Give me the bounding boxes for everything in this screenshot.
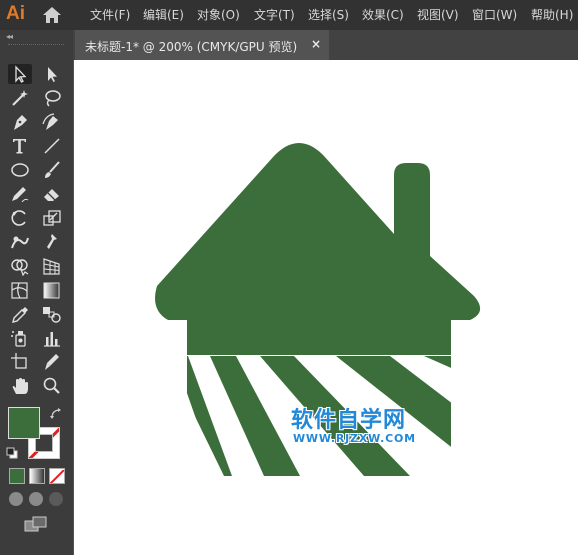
menu-window[interactable]: 窗口(W) — [472, 6, 517, 23]
watermark-title: 软件自学网 — [291, 408, 407, 433]
puppet-warp-tool[interactable] — [40, 232, 64, 252]
eyedropper-tool[interactable] — [8, 304, 32, 324]
draw-normal-icon[interactable] — [9, 492, 23, 506]
warp-tool[interactable] — [8, 232, 32, 252]
home-icon[interactable] — [42, 6, 62, 24]
document-tab-bar: 未标题-1* @ 200% (CMYK/GPU 预览) × — [73, 30, 578, 60]
artboard-tool[interactable] — [8, 352, 32, 372]
perspective-grid-tool[interactable] — [40, 256, 64, 276]
gradient-mode-button[interactable] — [29, 468, 45, 484]
close-tab-icon[interactable]: × — [311, 37, 321, 51]
fill-color-swatch[interactable] — [8, 407, 40, 439]
shape-builder-tool[interactable] — [8, 256, 32, 276]
scale-tool[interactable] — [40, 208, 64, 228]
column-graph-tool[interactable] — [40, 328, 64, 348]
watermark-url: WWW.RJZXW.COM — [293, 432, 416, 445]
color-mode-button[interactable] — [9, 468, 25, 484]
house-field-artwork[interactable] — [74, 60, 578, 555]
zoom-tool[interactable] — [40, 376, 64, 396]
document-tab-label: 未标题-1* @ 200% (CMYK/GPU 预览) — [85, 40, 298, 54]
lasso-tool[interactable] — [40, 88, 64, 108]
menu-type[interactable]: 文字(T) — [254, 6, 295, 23]
symbol-sprayer-tool[interactable] — [8, 328, 32, 348]
gradient-tool[interactable] — [40, 280, 64, 300]
none-mode-button[interactable] — [49, 468, 65, 484]
pencil-tool[interactable] — [8, 184, 32, 204]
screen-mode-icon[interactable] — [24, 516, 48, 532]
draw-behind-icon[interactable] — [29, 492, 43, 506]
selection-tool[interactable] — [8, 64, 32, 84]
curvature-tool[interactable] — [40, 112, 64, 132]
pen-tool[interactable] — [8, 112, 32, 132]
artboard-canvas[interactable]: 软件自学网 WWW.RJZXW.COM — [74, 60, 578, 555]
tools-panel: ◂◂ — [0, 30, 73, 555]
slice-tool[interactable] — [40, 352, 64, 372]
field-stripe-5 — [424, 356, 474, 378]
menu-effect[interactable]: 效果(C) — [362, 6, 404, 23]
magic-wand-tool[interactable] — [8, 88, 32, 108]
direct-selection-tool[interactable] — [40, 64, 64, 84]
rotate-tool[interactable] — [8, 208, 32, 228]
paintbrush-tool[interactable] — [40, 160, 64, 180]
menu-edit[interactable]: 编辑(E) — [143, 6, 184, 23]
document-tab[interactable]: 未标题-1* @ 200% (CMYK/GPU 预览) × — [75, 30, 329, 60]
panel-grip[interactable] — [8, 44, 64, 47]
blend-tool[interactable] — [40, 304, 64, 324]
default-fill-stroke-icon[interactable] — [6, 444, 18, 459]
app-logo: Ai — [6, 3, 25, 24]
house-body — [155, 143, 481, 355]
draw-inside-icon[interactable] — [49, 492, 63, 506]
collapse-panel-icon[interactable]: ◂◂ — [6, 32, 13, 41]
swap-fill-stroke-icon[interactable] — [50, 405, 62, 419]
line-segment-tool[interactable] — [40, 136, 64, 156]
menu-help[interactable]: 帮助(H) — [531, 6, 573, 23]
hand-tool[interactable] — [8, 376, 32, 396]
menu-file[interactable]: 文件(F) — [90, 6, 130, 23]
menu-select[interactable]: 选择(S) — [308, 6, 349, 23]
menu-view[interactable]: 视图(V) — [417, 6, 459, 23]
menu-bar: Ai 文件(F) 编辑(E) 对象(O) 文字(T) 选择(S) 效果(C) 视… — [0, 0, 578, 30]
type-tool[interactable] — [8, 136, 32, 156]
menu-object[interactable]: 对象(O) — [197, 6, 240, 23]
eraser-tool[interactable] — [40, 184, 64, 204]
ellipse-tool[interactable] — [8, 160, 32, 180]
mesh-tool[interactable] — [8, 280, 32, 300]
